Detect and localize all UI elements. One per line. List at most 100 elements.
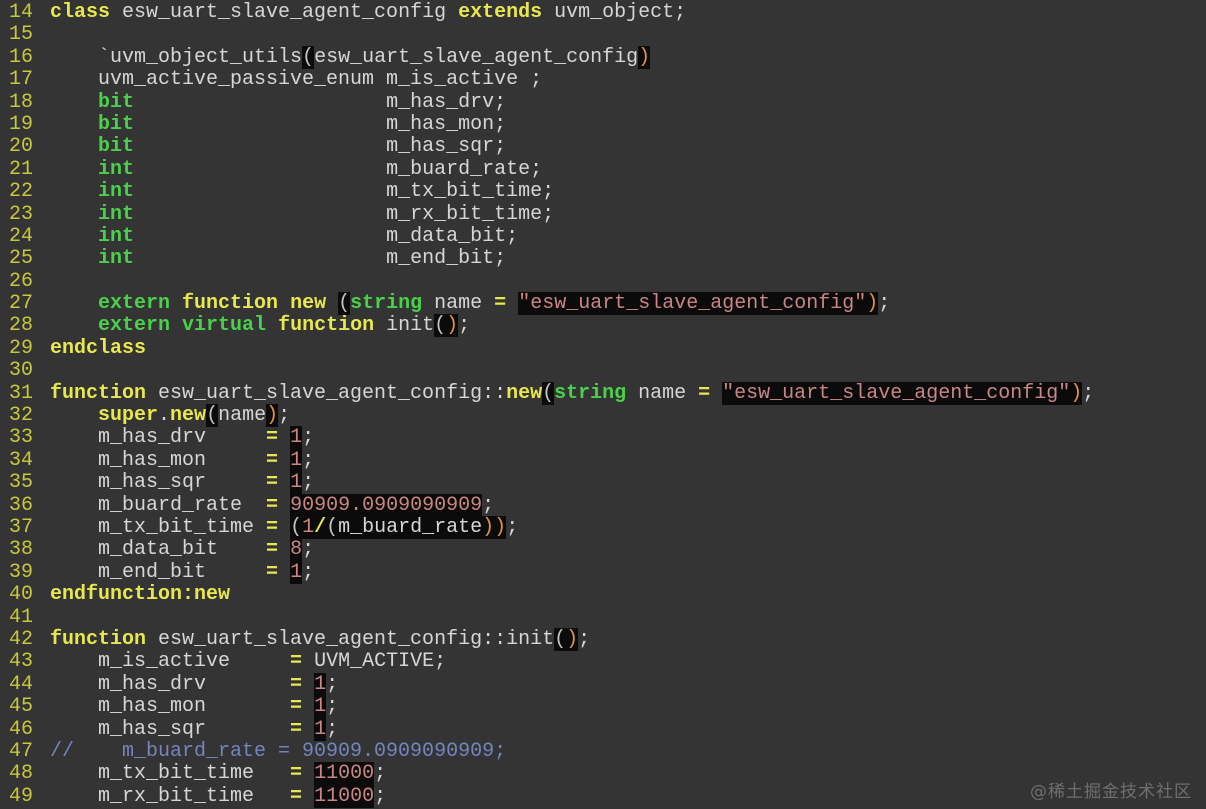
line-number: 35 — [9, 471, 34, 495]
code-line: 22 int m_tx_bit_time; — [0, 180, 1206, 204]
code-token: = — [698, 381, 711, 405]
code-token: m_tx_bit_time — [50, 515, 267, 539]
code-token: // m_buard_rate = 90909.0909090909; — [50, 739, 507, 763]
code-line: 34 m_has_mon = 1; — [0, 448, 1206, 472]
code-token: int — [98, 180, 135, 204]
code-token: m_has_mon — [50, 448, 267, 472]
code-token: string — [554, 381, 627, 405]
code-token: extern — [98, 314, 171, 338]
code-token: `uvm_object_utils — [50, 45, 303, 69]
code-token: class — [50, 1, 111, 24]
code-token: UVM_ACTIVE; — [302, 650, 447, 674]
code-token: = — [266, 426, 279, 450]
line-number: 16 — [9, 45, 34, 69]
code-token: m_has_mon; — [134, 112, 507, 136]
code-token: uvm_object; — [542, 1, 687, 24]
code-token: m_has_drv — [50, 426, 267, 450]
code-text: `uvm_object_utils(esw_uart_slave_agent_c… — [50, 45, 1206, 69]
code-token: 11000 — [314, 784, 375, 808]
code-token: m_has_mon — [50, 695, 291, 719]
code-token: init — [374, 314, 435, 338]
code-text: m_is_active = UVM_ACTIVE; — [50, 651, 1206, 673]
code-token: )) — [482, 515, 507, 539]
code-line: 41 — [0, 605, 1206, 629]
code-token: 1 — [290, 560, 303, 584]
code-token: = — [266, 515, 279, 539]
code-token: m_is_active — [50, 650, 291, 674]
code-token: function — [50, 381, 147, 405]
code-token: = — [266, 471, 279, 495]
code-token: ; — [302, 538, 315, 562]
code-token: int — [98, 247, 135, 271]
code-token: m_has_sqr; — [134, 135, 507, 159]
code-token: string — [350, 292, 423, 316]
code-token: = — [290, 672, 303, 696]
code-token: ; — [458, 314, 471, 338]
code-token: new — [170, 404, 207, 428]
code-line: 20 bit m_has_sqr; — [0, 135, 1206, 158]
code-token: m_has_drv — [50, 672, 291, 696]
code-token: m_data_bit; — [134, 224, 519, 248]
code-token: esw_uart_slave_agent_config:: — [146, 381, 507, 405]
code-token: "esw_uart_slave_agent_config" — [518, 292, 867, 316]
code-token: / — [314, 515, 327, 539]
code-token: new — [290, 292, 327, 316]
code-text: bit m_has_mon; — [50, 112, 1206, 136]
code-line: 18 bit m_has_drv; — [0, 91, 1206, 114]
code-line: 17 uvm_active_passive_enum m_is_active ; — [0, 68, 1206, 91]
code-token: new — [506, 381, 543, 405]
code-token: ( — [290, 515, 303, 539]
code-token: bit — [98, 112, 135, 136]
code-line: 45 m_has_mon = 1; — [0, 695, 1206, 719]
code-token: . — [158, 404, 171, 428]
code-text: m_has_sqr = 1; — [50, 471, 1206, 495]
code-token: 1 — [290, 426, 303, 450]
line-number: 48 — [9, 762, 34, 786]
line-number: 43 — [9, 650, 34, 674]
line-number: 41 — [9, 605, 34, 629]
code-token: ; — [878, 292, 891, 316]
code-token: endclass — [50, 336, 147, 360]
code-token: m_end_bit — [50, 560, 267, 584]
code-token: ( — [542, 381, 555, 405]
code-text: m_end_bit = 1; — [50, 560, 1206, 584]
line-number: 40 — [9, 583, 34, 607]
code-token: ( — [206, 404, 219, 428]
code-token: name — [422, 292, 495, 316]
code-token: m_end_bit; — [134, 247, 507, 271]
code-text: m_has_drv = 1; — [50, 672, 1206, 696]
code-token: 1 — [302, 515, 315, 539]
line-number: 25 — [9, 247, 34, 271]
code-line: 47 // m_buard_rate = 90909.0909090909; — [0, 739, 1206, 763]
code-token: virtual — [182, 314, 267, 338]
line-number: 44 — [9, 672, 34, 696]
line-number: 28 — [9, 314, 34, 338]
code-token: ) — [446, 314, 459, 338]
line-number: 39 — [9, 560, 34, 584]
code-text: endclass — [50, 336, 1206, 360]
code-token: function — [50, 627, 147, 651]
code-text: super.new(name); — [50, 404, 1206, 428]
code-token: = — [266, 560, 279, 584]
line-number: 21 — [9, 157, 34, 181]
code-line: 39 m_end_bit = 1; — [0, 560, 1206, 584]
code-token: m_tx_bit_time; — [134, 180, 555, 204]
code-token: ; — [326, 672, 339, 696]
code-token: ; — [278, 404, 291, 428]
code-text: bit m_has_sqr; — [50, 136, 1206, 158]
code-token: 1 — [314, 717, 327, 741]
line-number: 37 — [9, 515, 34, 539]
code-line: 40 endfunction:new — [0, 583, 1206, 607]
line-number: 36 — [9, 493, 34, 517]
